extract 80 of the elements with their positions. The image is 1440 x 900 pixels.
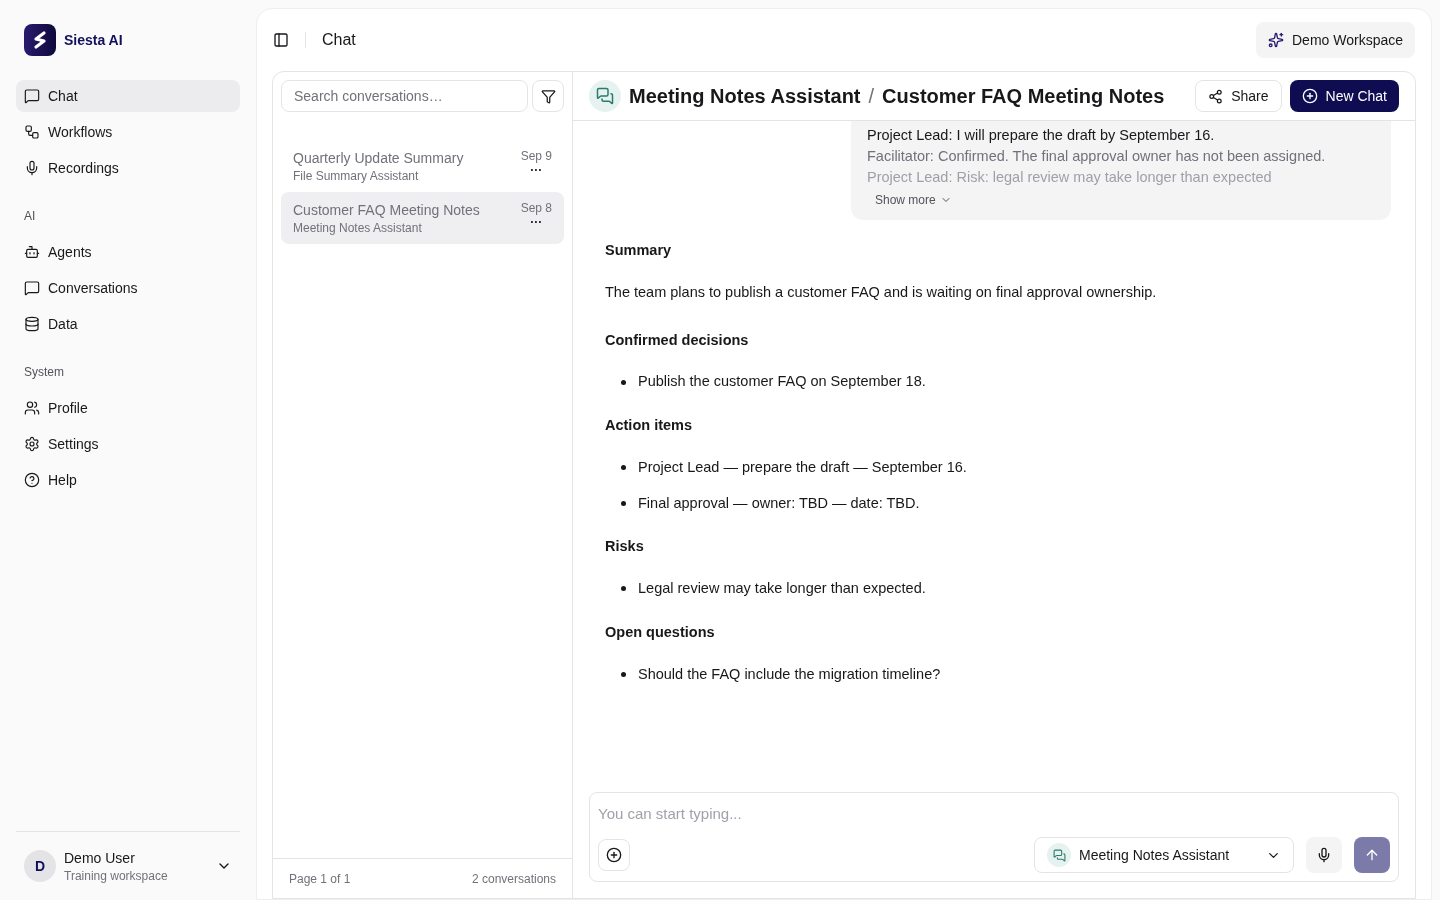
- nav-item[interactable]: Data: [16, 308, 240, 340]
- nav-item[interactable]: Recordings: [16, 152, 240, 184]
- section-label: AI: [23, 208, 37, 224]
- section-heading: Risks: [605, 537, 645, 557]
- chat-bubble-icon: [24, 88, 40, 104]
- help-icon: [24, 472, 40, 488]
- conversation-assistant: Meeting Notes Assistant: [293, 220, 423, 236]
- nav-item[interactable]: Workflows: [16, 116, 240, 148]
- show-more-button[interactable]: Show more: [867, 192, 960, 208]
- list-item: Legal review may take longer than expected.: [638, 579, 926, 598]
- assistant-select[interactable]: Meeting Notes Assistant: [1034, 837, 1294, 873]
- message-input[interactable]: You can start typing...: [598, 801, 1390, 825]
- nav-item[interactable]: Chat: [16, 80, 240, 112]
- settings-icon: [24, 436, 40, 452]
- bullet-icon: [621, 500, 626, 506]
- workflow-icon: [24, 124, 40, 140]
- message-composer[interactable]: You can start typing... Meeting Notes Assistant: [589, 792, 1399, 882]
- microphone-button[interactable]: [1306, 837, 1342, 873]
- users-icon: [24, 400, 40, 416]
- new-chat-button[interactable]: New Chat: [1289, 80, 1399, 112]
- send-button[interactable]: [1354, 837, 1390, 873]
- section-heading: Open questions: [605, 622, 716, 642]
- messages-icon: [596, 87, 614, 105]
- nav-item[interactable]: Settings: [16, 428, 240, 460]
- nav-item[interactable]: Help: [16, 464, 240, 496]
- section-heading: Summary: [605, 241, 673, 260]
- bullet-icon: [621, 586, 626, 592]
- conversation-title: Customer FAQ Meeting Notes: [293, 201, 481, 220]
- nav-item[interactable]: Profile: [16, 392, 240, 424]
- section-label: System: [23, 364, 65, 380]
- assistant-name: Meeting Notes Assistant: [629, 84, 861, 109]
- microphone-icon: [1316, 847, 1332, 863]
- message-line: Project Lead: Risk: legal review may take longer than expected: [867, 168, 1273, 187]
- page-indicator: Page 1 of 1: [289, 870, 351, 887]
- list-item: Publish the customer FAQ on September 18.: [638, 372, 926, 392]
- conversation-count: 2 conversations: [471, 870, 556, 887]
- message-line: Project Lead: I will prepare the draft by September 16.: [867, 126, 1216, 145]
- list-item: Should the FAQ include the migration timeline?: [638, 664, 941, 684]
- chat-title: Customer FAQ Meeting Notes: [882, 84, 1165, 109]
- plus-circle-icon: [1301, 88, 1318, 104]
- sidebar-toggle-icon[interactable]: [273, 32, 289, 48]
- more-button[interactable]: ···: [530, 164, 543, 176]
- nav-item[interactable]: Agents: [16, 236, 240, 268]
- logo-icon: [24, 24, 56, 56]
- sparkles-icon: [1268, 32, 1284, 48]
- conversation-title: Quarterly Update Summary: [293, 149, 465, 168]
- summary-paragraph: The team plans to publish a customer FAQ and is waiting on final approval ownership.: [605, 282, 1158, 302]
- message-line: Facilitator: Confirmed. The final approval owner has not been assigned.: [867, 147, 1327, 166]
- attach-button[interactable]: [598, 839, 630, 871]
- list-item: Project Lead — prepare the draft — September 16.: [638, 457, 967, 477]
- conversation-assistant: File Summary Assistant: [293, 168, 420, 184]
- user-avatar: D: [24, 850, 56, 882]
- section-heading: Confirmed decisions: [605, 330, 750, 350]
- breadcrumb-separator: /: [868, 84, 875, 109]
- nav-item[interactable]: Conversations: [16, 272, 240, 304]
- database-icon: [24, 316, 40, 332]
- page-title: Chat: [322, 30, 356, 50]
- chat-bubble-icon: [24, 280, 40, 296]
- workspace-button[interactable]: Demo Workspace: [1256, 22, 1415, 58]
- filter-button[interactable]: [532, 80, 564, 112]
- brand-name: Siesta AI: [64, 31, 123, 50]
- bullet-icon: [621, 671, 626, 677]
- search-field[interactable]: Search conversations…: [281, 80, 528, 112]
- robot-icon: [24, 244, 40, 260]
- list-item: Final approval — owner: TBD — date: TBD.: [638, 493, 920, 513]
- plus-circle-icon: [606, 847, 622, 863]
- bullet-icon: [621, 465, 626, 471]
- conversation-item[interactable]: Customer FAQ Meeting Notes Meeting Notes Assistant Sep 8 ···: [281, 192, 564, 244]
- more-button[interactable]: ···: [530, 216, 543, 228]
- share-button[interactable]: Share: [1195, 80, 1282, 112]
- filter-icon: [540, 88, 556, 104]
- user-name: Demo User: [64, 849, 136, 868]
- conversation-date: Sep 8: [520, 200, 552, 216]
- section-heading: Action items: [605, 416, 693, 435]
- share-icon: [1208, 88, 1224, 104]
- messages-icon: [1052, 848, 1066, 862]
- conversation-date: Sep 9: [520, 148, 552, 164]
- user-workspace: Training workspace: [64, 868, 169, 884]
- microphone-icon: [24, 160, 40, 176]
- bullet-icon: [621, 379, 626, 385]
